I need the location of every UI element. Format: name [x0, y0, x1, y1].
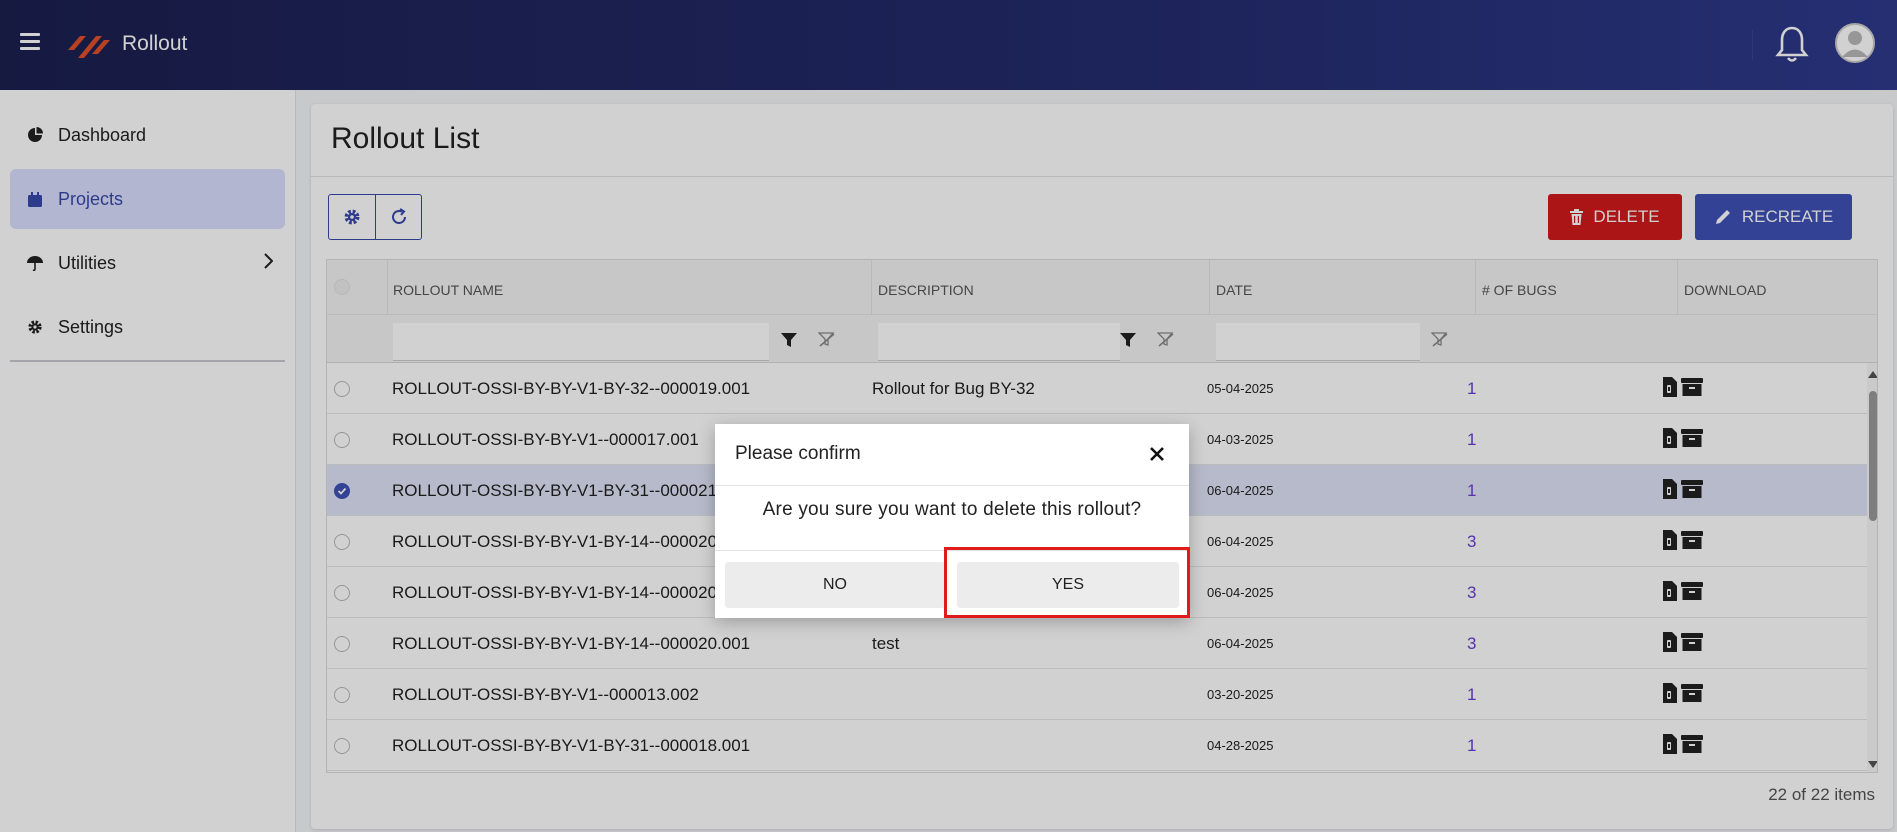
no-button[interactable]: NO [725, 562, 945, 608]
modal-overlay [0, 0, 1897, 832]
yes-button-highlight [944, 547, 1190, 618]
dialog-message: Are you sure you want to delete this rol… [762, 499, 1142, 520]
dialog-title: Please confirm [735, 443, 861, 464]
dialog-divider [715, 485, 1189, 486]
close-icon[interactable] [1145, 442, 1169, 466]
